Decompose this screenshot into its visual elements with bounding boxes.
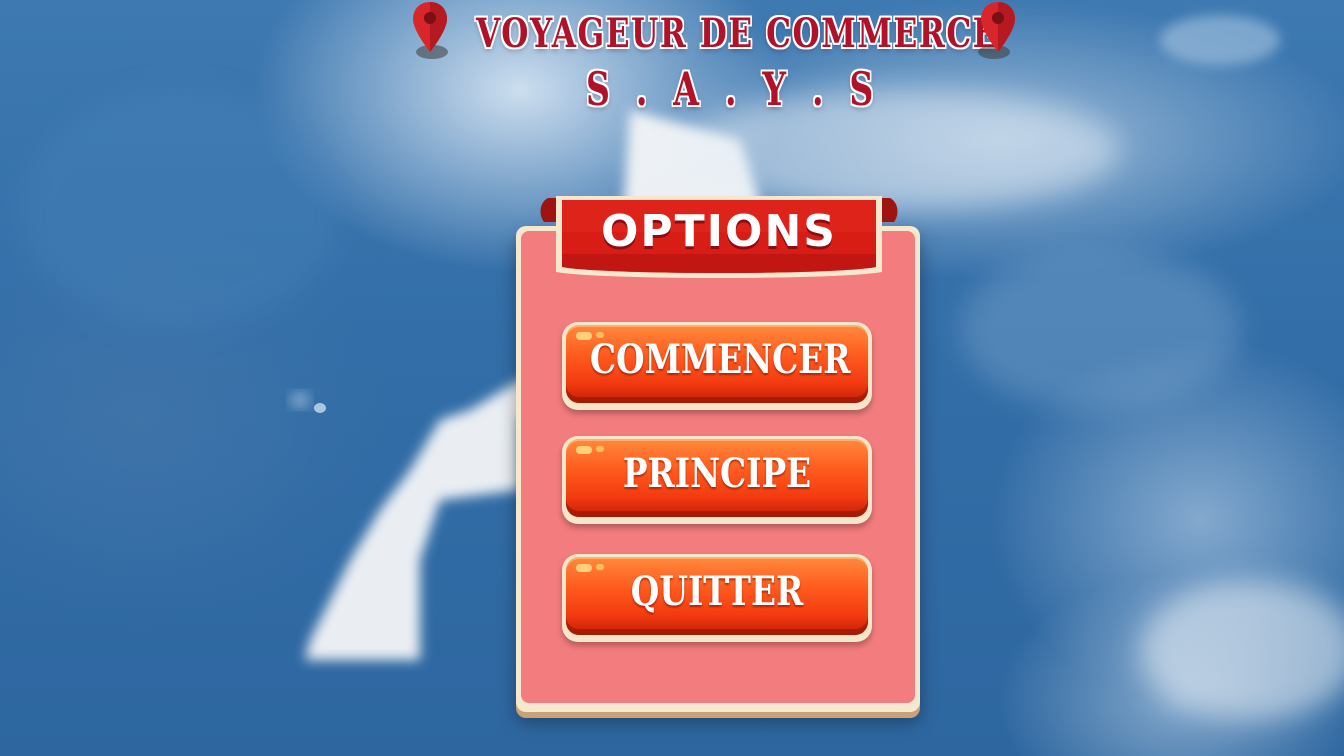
rules-button[interactable]: PRINCIPE: [562, 436, 872, 524]
game-title: VOYAGEUR DE COMMERCE S . A . Y . S: [0, 0, 1344, 130]
options-panel: OPTIONS COMMENCER PRINCIPE QUITTER: [516, 196, 920, 712]
options-ribbon: OPTIONS: [538, 192, 900, 296]
map-pin-icon: [413, 2, 448, 59]
start-button-label: COMMENCER: [589, 336, 851, 383]
map-pin-icon: [978, 2, 1015, 59]
quit-button-label: QUITTER: [630, 568, 804, 615]
title-line-1: VOYAGEUR DE COMMERCE: [476, 10, 999, 57]
quit-button[interactable]: QUITTER: [562, 554, 872, 642]
title-line-2: S . A . Y . S: [586, 62, 881, 116]
options-heading: OPTIONS: [601, 206, 837, 257]
rules-button-label: PRINCIPE: [622, 450, 812, 497]
start-button[interactable]: COMMENCER: [562, 322, 872, 410]
